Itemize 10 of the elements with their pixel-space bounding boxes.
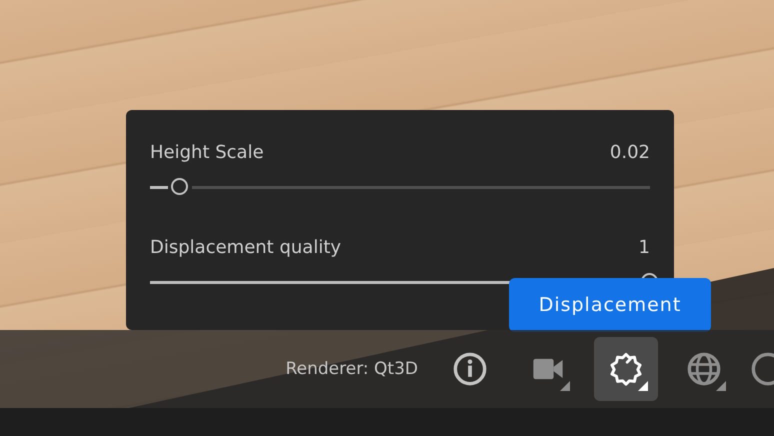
- displacement-tooltip: Displacement: [509, 278, 711, 332]
- globe-icon: [686, 351, 722, 387]
- toolbar-button[interactable]: [594, 337, 658, 401]
- renderer-label: Renderer: Qt3D: [286, 359, 418, 379]
- slider-thumb[interactable]: [171, 178, 188, 195]
- slider-value: 1: [638, 237, 650, 258]
- info-icon: [452, 351, 488, 387]
- slider-value: 0.02: [610, 142, 650, 163]
- slider-label: Displacement quality: [150, 237, 342, 258]
- slider-label: Height Scale: [150, 142, 264, 163]
